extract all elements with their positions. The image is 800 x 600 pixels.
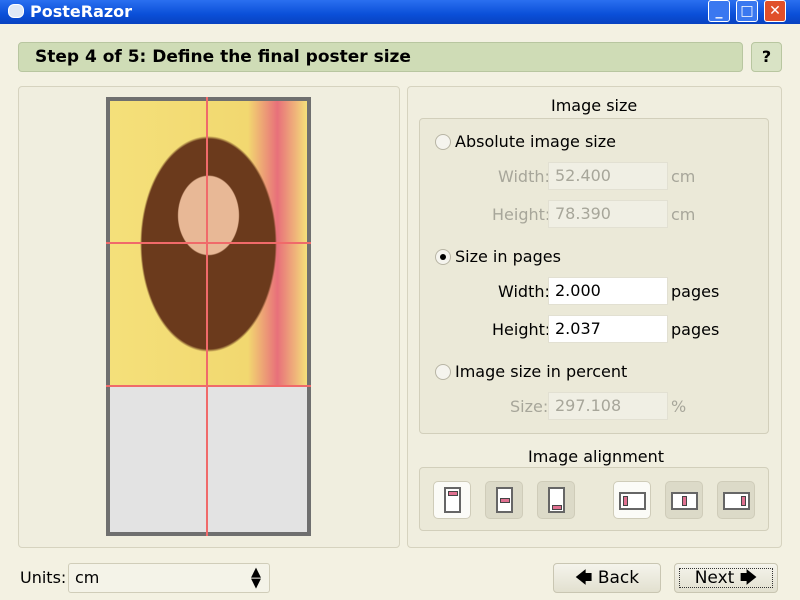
- image-size-title: Image size: [551, 96, 638, 115]
- percent-input[interactable]: 297.108: [548, 392, 668, 420]
- absolute-size-label: Absolute image size: [455, 132, 616, 151]
- next-button[interactable]: Next 🡆: [674, 563, 778, 593]
- abs-height-unit: cm: [671, 205, 696, 224]
- pages-size-label: Size in pages: [455, 247, 561, 266]
- updown-icon: ▲ ▼: [251, 565, 261, 591]
- close-button[interactable]: ✕: [764, 0, 786, 22]
- abs-width-unit: cm: [671, 167, 696, 186]
- pages-width-input[interactable]: 2.000: [548, 277, 668, 305]
- units-value: cm: [75, 568, 100, 587]
- arrow-left-icon: 🡄: [574, 568, 598, 588]
- absolute-size-radio[interactable]: [435, 134, 451, 150]
- back-label: Back: [597, 568, 640, 588]
- minimize-button[interactable]: _: [708, 0, 730, 22]
- page-divider-horizontal: [106, 385, 311, 387]
- step-header: Step 4 of 5: Define the final poster siz…: [18, 42, 743, 72]
- pages-size-radio[interactable]: [435, 249, 451, 265]
- percent-label: Size:: [510, 397, 549, 416]
- percent-unit: %: [671, 397, 687, 416]
- abs-height-input[interactable]: 78.390: [548, 200, 668, 228]
- percent-size-radio[interactable]: [435, 364, 451, 380]
- alignment-title: Image alignment: [528, 447, 665, 466]
- image-preview: [110, 101, 307, 387]
- units-select[interactable]: cm ▲ ▼: [68, 563, 270, 593]
- align-top-button[interactable]: [433, 481, 471, 519]
- align-left-button[interactable]: [613, 481, 651, 519]
- pages-width-unit: pages: [671, 282, 720, 301]
- abs-width-label: Width:: [498, 167, 550, 186]
- app-icon: [8, 4, 24, 18]
- back-button[interactable]: 🡄 Back: [553, 563, 661, 593]
- page-divider-vertical: [206, 97, 208, 536]
- page-divider-horizontal: [106, 242, 311, 244]
- units-label: Units:: [20, 568, 67, 587]
- abs-height-label: Height:: [492, 205, 551, 224]
- percent-size-label: Image size in percent: [455, 362, 628, 381]
- align-bottom-button[interactable]: [537, 481, 575, 519]
- pages-width-label: Width:: [498, 282, 550, 301]
- pages-height-input[interactable]: 2.037: [548, 315, 668, 343]
- window-title: PosteRazor: [30, 2, 133, 21]
- title-bar: PosteRazor _ □ ✕: [0, 0, 800, 24]
- align-vcenter-button[interactable]: [485, 481, 523, 519]
- pages-height-unit: pages: [671, 320, 720, 339]
- pages-height-label: Height:: [492, 320, 551, 339]
- align-right-button[interactable]: [717, 481, 755, 519]
- maximize-button[interactable]: □: [736, 0, 758, 22]
- help-button[interactable]: ?: [751, 42, 782, 72]
- align-hcenter-button[interactable]: [665, 481, 703, 519]
- abs-width-input[interactable]: 52.400: [548, 162, 668, 190]
